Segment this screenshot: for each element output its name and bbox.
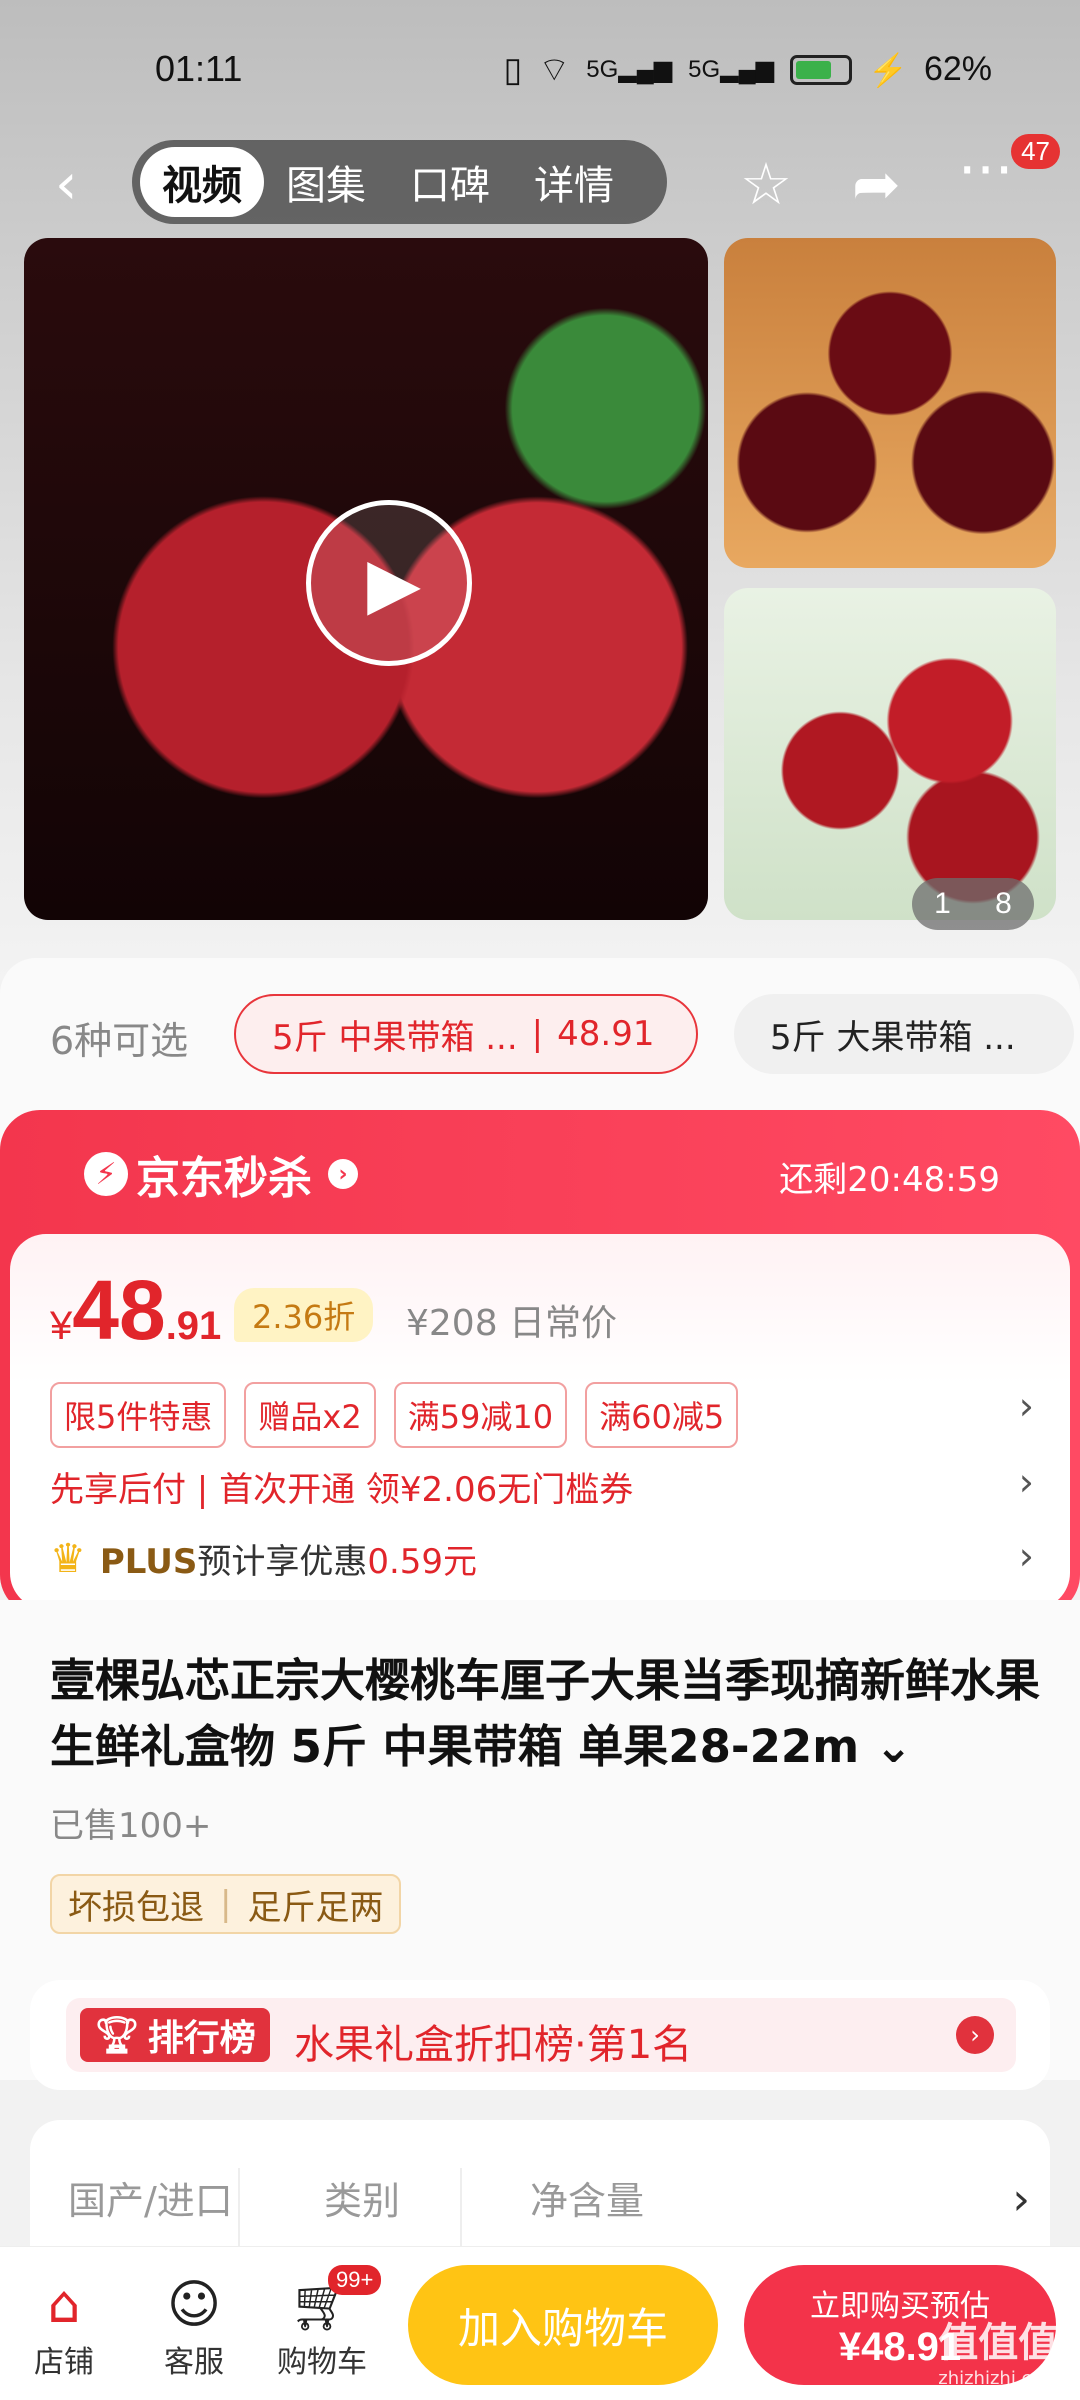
favorite-star-icon[interactable]: ☆ [740, 150, 792, 218]
ranking-card[interactable]: 🏆︎ 排行榜 水果礼盒折扣榜·第1名 › [30, 1980, 1050, 2090]
top-nav: ‹ 视频 图集 口碑 详情 ☆ ➦ ··· 47 [0, 130, 1080, 230]
plus-discount[interactable]: ♛ PLUS预计享优惠0.59元 [50, 1534, 477, 1583]
gallery-thumb-2[interactable] [724, 588, 1056, 920]
promo-tag[interactable]: 满59减10 [393, 1382, 568, 1448]
product-title[interactable]: 壹棵弘芯正宗大樱桃车厘子大果当季现摘新鲜水果生鲜礼盒物 5斤 中果带箱 单果28… [50, 1648, 1040, 1780]
flash-sale-title[interactable]: ⚡ 京东秒杀 › [84, 1142, 358, 1206]
charging-icon: ⚡ [868, 51, 908, 88]
tab-gallery[interactable]: 图集 [264, 147, 388, 217]
chevron-right-icon[interactable]: › [956, 2016, 994, 2054]
original-price: ¥208 日常价 [406, 1303, 618, 1344]
store-button[interactable]: ⌂ 店铺 [14, 2273, 114, 2381]
jd-flash-logo-icon: ⚡ [84, 1152, 128, 1196]
variant-name: 5斤 中果带箱 ... [272, 1017, 518, 1058]
spec-origin: 国产/进口 [68, 2179, 233, 2223]
share-icon[interactable]: ➦ [852, 150, 901, 218]
promo-tag[interactable]: 赠品x2 [244, 1382, 376, 1448]
variant-chip-selected[interactable]: 5斤 中果带箱 ... | 48.91 [234, 994, 698, 1074]
pager-total: 8 [995, 887, 1012, 920]
chevron-right-icon: › [328, 1159, 358, 1189]
chevron-right-icon[interactable]: › [1019, 1384, 1034, 1428]
status-time: 01:11 [155, 48, 243, 89]
battery-percent: 62% [923, 50, 992, 88]
battery-icon [790, 54, 853, 85]
divider [238, 2168, 240, 2258]
ranking-badge: 🏆︎ 排行榜 [80, 2008, 270, 2062]
chevron-right-icon[interactable]: › [1012, 2174, 1030, 2225]
ranking-text: 水果礼盒折扣榜·第1名 [294, 2022, 693, 2068]
notification-badge: 47 [1011, 134, 1060, 169]
tab-details[interactable]: 详情 [512, 147, 636, 217]
flash-sale-panel: ⚡ 京东秒杀 › 还剩20:48:59 ¥ 48 .91 2.36折 ¥208 … [0, 1110, 1080, 1615]
pager-current: 1 [934, 887, 951, 920]
variant-price: 48.91 [557, 1014, 655, 1054]
promo-tag[interactable]: 限5件特惠 [50, 1382, 227, 1448]
wifi-icon: ⌔ [538, 51, 571, 89]
divider [460, 2168, 462, 2258]
product-info: 壹棵弘芯正宗大樱桃车厘子大果当季现摘新鲜水果生鲜礼盒物 5斤 中果带箱 单果28… [0, 1600, 1080, 2090]
back-icon[interactable]: ‹ [55, 152, 77, 217]
vibrate-icon: ▯ [503, 50, 523, 89]
service-tag: 坏损包退 [68, 1887, 204, 1928]
ranking-banner[interactable]: 🏆︎ 排行榜 水果礼盒折扣榜·第1名 › [66, 1998, 1016, 2072]
crown-icon: ♛ [50, 1535, 86, 1582]
main-video-image[interactable]: ▶ [24, 238, 708, 920]
sold-count: 已售100+ [50, 1806, 212, 1846]
status-bar: 01:11 ▯ ⌔ 5G▂▄▆ 5G▂▄▆ ⚡ 62% [0, 0, 1080, 140]
variant-chip-other[interactable]: 5斤 大果带箱 ... [734, 994, 1074, 1074]
flash-sale-timer: 还剩20:48:59 [779, 1160, 1000, 1200]
pay-later-offer[interactable]: 先享后付 | 首次开通 领¥2.06无门槛券 [50, 1462, 633, 1511]
tab-video[interactable]: 视频 [140, 147, 264, 217]
discount-badge: 2.36折 [234, 1288, 374, 1342]
customer-service-button[interactable]: ☺ 客服 [144, 2273, 244, 2381]
gallery-pager: 1 8 [912, 878, 1034, 930]
more-icon[interactable]: ··· [958, 136, 1013, 204]
variant-name-other: 5斤 大果带箱 ... [770, 1017, 1016, 1058]
promo-tags[interactable]: 限5件特惠 赠品x2 满59减10 满60减5 [50, 1382, 739, 1448]
chat-face-icon: ☺ [166, 2275, 222, 2335]
add-to-cart-button[interactable]: 加入购物车 [408, 2265, 718, 2385]
spec-net-weight: 净含量 [530, 2179, 645, 2223]
tag-separator: | [220, 1884, 232, 1924]
variant-separator: | [531, 1014, 544, 1054]
signal-5g-icon: 5G▂▄▆ [586, 56, 673, 83]
chevron-right-icon[interactable]: › [1019, 1460, 1034, 1504]
spec-summary[interactable]: 国产/进口 类别 净含量 › [30, 2120, 1050, 2260]
store-icon: ⌂ [47, 2275, 81, 2335]
media-tabs: 视频 图集 口碑 详情 [132, 140, 667, 224]
trophy-icon: 🏆︎ [94, 2015, 140, 2056]
watermark-logo: 值值值 zhizhizhi.com [938, 2320, 1060, 2389]
price-card: ¥ 48 .91 2.36折 ¥208 日常价 限5件特惠 赠品x2 满59减1… [10, 1234, 1070, 1609]
variant-count[interactable]: 6种可选 [50, 1010, 188, 1065]
signal-5g-icon-2: 5G▂▄▆ [688, 56, 775, 83]
status-icons: ▯ ⌔ 5G▂▄▆ 5G▂▄▆ ⚡ 62% [504, 48, 992, 91]
cart-badge: 99+ [328, 2265, 382, 2295]
spec-category: 类别 [324, 2179, 401, 2223]
chevron-right-icon[interactable]: › [1019, 1534, 1034, 1578]
gallery-thumb-1[interactable] [724, 238, 1056, 568]
play-icon[interactable]: ▶ [306, 500, 472, 666]
promo-tag[interactable]: 满60减5 [585, 1382, 739, 1448]
bottom-action-bar: ⌂ 店铺 ☺ 客服 🛒︎ 购物车 99+ 加入购物车 立即购买预估 ¥48.91 [0, 2246, 1080, 2400]
service-tag: 足斤足两 [247, 1887, 384, 1928]
chevron-down-icon[interactable]: ⌄ [859, 1720, 913, 1773]
current-price: ¥ 48 .91 [50, 1263, 222, 1357]
tab-reviews[interactable]: 口碑 [388, 147, 512, 217]
cart-button[interactable]: 🛒︎ 购物车 99+ [272, 2265, 382, 2381]
service-tags[interactable]: 坏损包退 | 足斤足两 [50, 1874, 402, 1934]
